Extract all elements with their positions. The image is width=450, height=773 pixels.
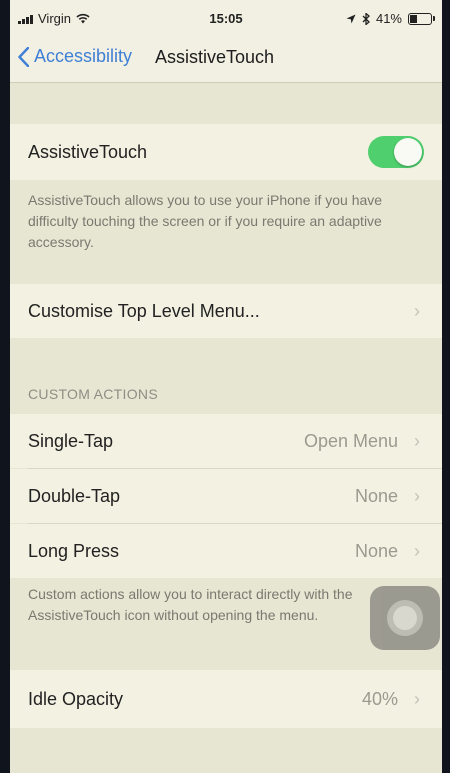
chevron-right-icon: › [414, 540, 420, 561]
status-bar: Virgin 15:05 41% [10, 0, 442, 34]
action-row-single-tap[interactable]: Single-Tap Open Menu › [10, 414, 442, 468]
back-label: Accessibility [34, 46, 133, 66]
assistivetouch-row: AssistiveTouch [10, 124, 442, 180]
chevron-right-icon: › [414, 485, 420, 506]
back-button[interactable]: Accessibility [18, 46, 132, 67]
chevron-right-icon: › [414, 430, 420, 451]
customise-menu-row[interactable]: Customise Top Level Menu... › [10, 284, 442, 338]
assistivetouch-core [393, 606, 417, 630]
idle-opacity-label: Idle Opacity [28, 688, 124, 709]
navigation-bar: Accessibility AssistiveTouch [10, 34, 442, 83]
action-value: Open Menu [303, 430, 398, 451]
battery-percent: 41% [375, 11, 402, 26]
battery-icon [408, 12, 435, 25]
toggle-knob [394, 138, 422, 166]
idle-opacity-value: 40% [361, 688, 398, 709]
action-value: None [354, 540, 398, 561]
chevron-right-icon: › [414, 300, 420, 321]
settings-screen: Virgin 15:05 41% Accessibility Assistive… [10, 0, 442, 773]
idle-opacity-row[interactable]: Idle Opacity 40% › [10, 670, 442, 728]
customise-menu-label: Customise Top Level Menu... [28, 300, 260, 321]
assistivetouch-ring-icon [387, 600, 423, 636]
assistivetouch-toggle[interactable] [368, 136, 424, 168]
action-label: Double-Tap [28, 485, 121, 506]
action-row-double-tap[interactable]: Double-Tap None › [10, 469, 442, 523]
location-arrow-icon [346, 14, 356, 23]
assistivetouch-floating-button[interactable] [370, 586, 440, 650]
action-value: None [354, 485, 398, 506]
chevron-left-icon [18, 46, 29, 67]
action-row-long-press[interactable]: Long Press None › [10, 524, 442, 578]
action-label: Long Press [28, 540, 120, 561]
custom-actions-footer: Custom actions allow you to interact dir… [28, 586, 353, 623]
assistivetouch-description: AssistiveTouch allows you to use your iP… [28, 192, 383, 250]
battery-fill [410, 14, 417, 23]
bluetooth-icon [362, 12, 370, 25]
action-label: Single-Tap [28, 430, 114, 451]
assistivetouch-label: AssistiveTouch [28, 141, 148, 162]
page-title: AssistiveTouch [155, 47, 275, 67]
chevron-right-icon: › [414, 688, 420, 709]
custom-actions-header: CUSTOM ACTIONS [28, 386, 158, 402]
status-right: 41% [346, 11, 435, 26]
